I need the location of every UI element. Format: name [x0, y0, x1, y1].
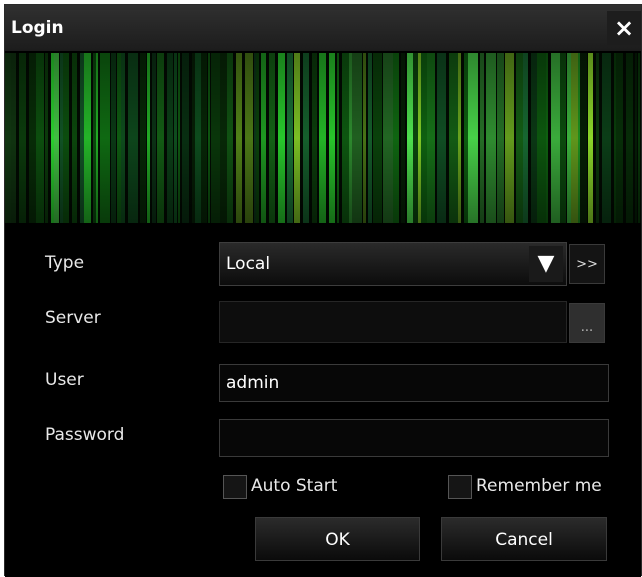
cancel-button[interactable]: Cancel	[441, 517, 607, 561]
remember-me-checkbox[interactable]	[448, 475, 472, 499]
login-dialog: Login × Type Local ▼ >> Server ... User …	[4, 4, 642, 577]
browse-server-button[interactable]: ...	[569, 303, 605, 343]
banner-image	[5, 53, 641, 223]
password-label: Password	[45, 425, 125, 445]
title-bar: Login	[5, 5, 641, 51]
close-icon[interactable]: ×	[607, 11, 641, 45]
type-select-value: Local	[226, 254, 271, 274]
type-select[interactable]: Local ▼	[219, 242, 567, 286]
window-title: Login	[11, 18, 64, 38]
password-field[interactable]	[219, 419, 609, 457]
expand-button[interactable]: >>	[569, 244, 605, 284]
user-field-value: admin	[226, 373, 280, 393]
auto-start-label: Auto Start	[251, 476, 338, 496]
user-label: User	[45, 370, 84, 390]
dropdown-arrow-icon[interactable]: ▼	[529, 246, 563, 282]
remember-me-label: Remember me	[476, 476, 602, 496]
auto-start-checkbox[interactable]	[223, 475, 247, 499]
type-label: Type	[45, 253, 85, 273]
server-field[interactable]	[219, 301, 567, 343]
server-label: Server	[45, 308, 101, 328]
ok-button[interactable]: OK	[255, 517, 420, 561]
user-field[interactable]: admin	[219, 364, 609, 402]
